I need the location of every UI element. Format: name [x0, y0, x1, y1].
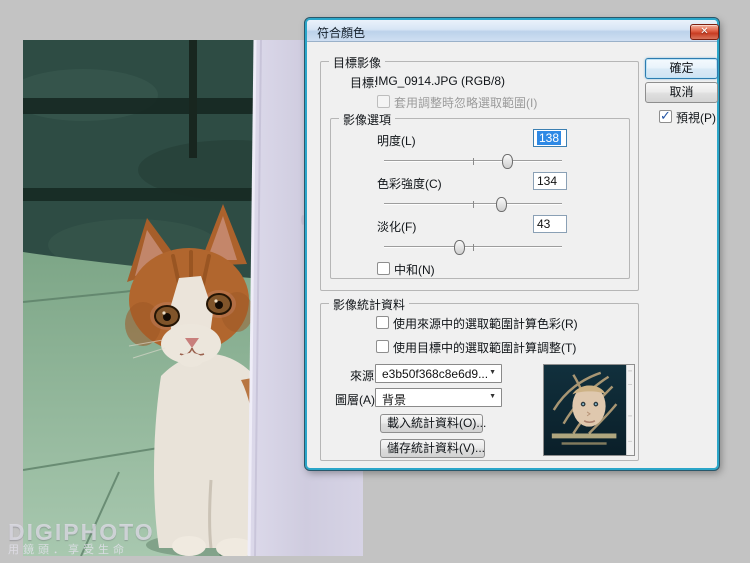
source-dropdown-value: e3b50f368c8e6d9... — [382, 367, 489, 381]
luminance-input[interactable]: 138 — [533, 129, 567, 147]
layer-dropdown-value: 背景 — [382, 393, 407, 407]
watermark: DIGIPHOTO 用鏡頭．享受生命 — [8, 521, 155, 557]
target-label: 目標: — [350, 76, 378, 90]
slider-center-tick — [473, 201, 474, 208]
image-options-group-label: 影像選項 — [339, 111, 396, 128]
ignore-selection-checkbox[interactable]: ✓ — [377, 95, 390, 108]
color-intensity-slider-thumb[interactable] — [496, 197, 508, 212]
preview-checkbox[interactable]: ✓ — [659, 108, 672, 123]
neutralize-checkbox[interactable]: ✓ — [377, 262, 390, 275]
ok-button[interactable]: 確定 — [645, 58, 718, 79]
chevron-down-icon: ▼ — [489, 393, 496, 400]
color-intensity-value: 134 — [537, 174, 558, 188]
cancel-button[interactable]: 取消 — [645, 82, 718, 103]
fade-label: 淡化(F) — [377, 220, 417, 234]
load-statistics-button[interactable]: 載入統計資料(O)... — [380, 414, 486, 433]
fade-input[interactable]: 43 — [533, 215, 567, 233]
source-label: 來源: — [350, 369, 378, 383]
luminance-label: 明度(L) — [377, 134, 416, 148]
check-icon: ✓ — [660, 108, 671, 123]
close-icon: ✕ — [700, 26, 709, 37]
layer-label: 圖層(A): — [335, 393, 379, 407]
luminance-slider-thumb[interactable] — [501, 154, 513, 169]
dialog-titlebar[interactable]: 符合顏色 ✕ — [307, 20, 719, 42]
ignore-selection-label[interactable]: 套用調整時忽略選取範圍(I) — [394, 94, 537, 111]
match-color-dialog: 符合顏色 ✕ 目標影像 目標: IMG_0914.JPG (RGB/8) ✓ 套… — [304, 17, 720, 471]
use-target-selection-checkbox[interactable]: ✓ — [376, 340, 389, 353]
neutralize-label[interactable]: 中和(N) — [394, 261, 435, 278]
luminance-slider[interactable] — [384, 153, 562, 169]
close-button[interactable]: ✕ — [690, 24, 719, 40]
target-image-group-label: 目標影像 — [329, 54, 386, 71]
color-intensity-input[interactable]: 134 — [533, 172, 567, 190]
save-statistics-button[interactable]: 儲存統計資料(V)... — [380, 439, 485, 458]
use-target-selection-label[interactable]: 使用目標中的選取範圍計算調整(T) — [393, 339, 576, 356]
target-filename: IMG_0914.JPG (RGB/8) — [375, 74, 506, 88]
source-dropdown[interactable]: e3b50f368c8e6d9... ▼ — [375, 364, 502, 383]
watermark-brand: DIGIPHOTO — [8, 519, 155, 545]
slider-center-tick — [473, 158, 474, 165]
use-source-selection-label[interactable]: 使用來源中的選取範圍計算色彩(R) — [393, 315, 578, 332]
luminance-value: 138 — [537, 131, 562, 145]
source-preview-thumbnail — [543, 364, 635, 456]
layer-dropdown[interactable]: 背景 ▼ — [375, 388, 502, 407]
fade-slider[interactable] — [384, 239, 562, 255]
watermark-slogan: 用鏡頭．享受生命 — [8, 544, 128, 556]
preview-label[interactable]: 預視(P) — [676, 109, 716, 126]
chevron-down-icon: ▼ — [489, 369, 496, 376]
color-intensity-slider[interactable] — [384, 196, 562, 212]
slider-center-tick — [473, 244, 474, 251]
image-statistics-group-label: 影像統計資料 — [329, 296, 410, 313]
fade-value: 43 — [537, 217, 551, 231]
use-source-selection-checkbox[interactable]: ✓ — [376, 316, 389, 329]
source-preview-art — [544, 365, 634, 455]
dialog-title: 符合顏色 — [317, 26, 366, 40]
color-intensity-label: 色彩強度(C) — [377, 177, 442, 191]
screenshot-canvas: DIGIPHOTO 用鏡頭．享受生命 符合顏色 ✕ 目標影像 目標: IMG_0… — [0, 0, 750, 563]
fade-slider-thumb[interactable] — [453, 240, 465, 255]
